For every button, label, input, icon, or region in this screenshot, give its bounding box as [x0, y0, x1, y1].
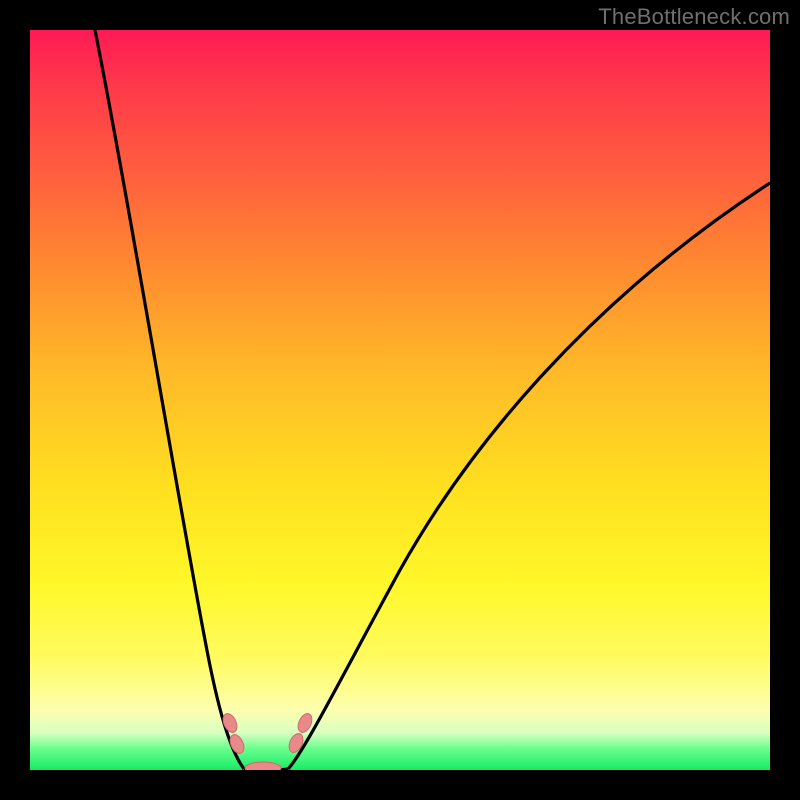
marker-bottom: [245, 762, 281, 770]
curve-left: [95, 30, 244, 769]
watermark-text: TheBottleneck.com: [598, 4, 790, 30]
marker-group: [220, 711, 314, 770]
marker-left-b: [227, 732, 246, 755]
plot-area: [30, 30, 770, 770]
chart-frame: TheBottleneck.com: [0, 0, 800, 800]
curve-right: [288, 183, 770, 769]
curve-layer: [30, 30, 770, 770]
marker-right-a: [286, 731, 305, 754]
